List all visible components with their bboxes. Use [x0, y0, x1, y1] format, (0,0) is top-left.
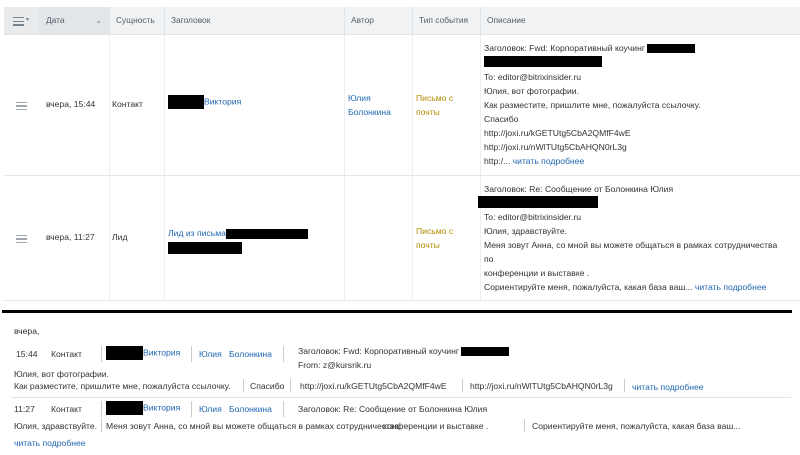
- redacted-block: [168, 95, 204, 109]
- event-type-label: Письмо с: [416, 93, 454, 103]
- item-entity: Контакт: [51, 404, 82, 414]
- email-subject: Заголовок: Re: Сообщение от Болонкина Юл…: [298, 404, 488, 414]
- redacted-block: [484, 56, 602, 68]
- item-body-line: Юлия, здравствуйте.: [14, 421, 98, 431]
- table-row[interactable]: вчера, 15:44 Контакт Виктория Юлия Болон…: [4, 35, 800, 176]
- read-more-link[interactable]: читать подробнее: [695, 282, 767, 292]
- contact-link[interactable]: Виктория: [143, 347, 180, 357]
- email-subject: Заголовок: Re: Сообщение от Болонкина Юл…: [484, 184, 674, 194]
- row-event-type: Письмо с почты: [416, 224, 453, 252]
- author-link[interactable]: Болонкина: [229, 404, 272, 414]
- item-title: Виктория: [106, 401, 180, 415]
- description-line: Юлия, вот фотографии.: [484, 86, 579, 96]
- description-line: http://joxi.ru/nWlTUtg5CbAHQN0rL3g: [484, 142, 627, 152]
- event-type-label: почты: [416, 240, 440, 250]
- event-type-label: Письмо с: [416, 226, 454, 236]
- row-event-type: Письмо с почты: [416, 91, 453, 119]
- description-line: http://joxi.ru/kGETUtg5CbA2QMfF4wE: [484, 128, 631, 138]
- description-line: Сориентируйте меня, пожалуйста, какая ба…: [484, 282, 693, 292]
- sort-chevron-icon: ⌄: [95, 16, 102, 25]
- hamburger-icon: [13, 17, 24, 28]
- item-body-line: конференции и выставке .: [383, 421, 489, 431]
- drag-handle-icon[interactable]: [16, 235, 27, 245]
- description-line: To: editor@bitrixinsider.ru: [484, 72, 582, 82]
- description-line: конференции и выставке .: [484, 268, 590, 278]
- redacted-block: [168, 241, 242, 254]
- column-header-event-type[interactable]: Тип события: [412, 7, 480, 34]
- row-title: Виктория: [168, 95, 241, 109]
- column-header-entity[interactable]: Сущность: [109, 7, 164, 34]
- description-line: Как разместите, пришлите мне, пожалуйста…: [484, 100, 701, 110]
- item-time: 15:44: [16, 349, 38, 359]
- item-body-line: Меня зовут Анна, со мной вы можете общат…: [106, 421, 400, 431]
- column-header-label: Сущность: [116, 15, 155, 25]
- author-link[interactable]: Юлия: [348, 93, 371, 103]
- description-line: по: [484, 254, 494, 264]
- column-header-label: Описание: [487, 15, 526, 25]
- grid-header: ▾ Дата ⌄ Сущность Заголовок Автор Тип со…: [4, 7, 800, 35]
- activity-list: вчера, 15:44 Контакт Виктория Юлия Болон…: [0, 313, 800, 455]
- item-entity: Контакт: [51, 349, 82, 359]
- description-line: Меня зовут Анна, со мной вы можете общат…: [484, 240, 778, 250]
- read-more-link[interactable]: читать подробнее: [513, 156, 585, 166]
- item-title: Виктория: [106, 346, 180, 360]
- item-url: http://joxi.ru/nWlTUtg5CbAHQN0rL3g: [470, 381, 613, 391]
- item-body-line: Юлия, вот фотографии.: [14, 369, 109, 379]
- row-author[interactable]: Юлия Болонкина: [348, 91, 391, 119]
- chevron-down-icon: ▾: [26, 17, 30, 23]
- item-url: http://joxi.ru/kGETUtg5CbA2QMfF4wE: [300, 381, 447, 391]
- author-link[interactable]: Болонкина: [348, 107, 391, 117]
- redacted-block: [461, 347, 510, 357]
- email-subject: Заголовок: Fwd: Корпоративный коучинг: [484, 43, 645, 53]
- item-time: 11:27: [14, 404, 35, 414]
- day-label: вчера,: [14, 326, 40, 336]
- contact-link[interactable]: Виктория: [204, 96, 241, 106]
- item-body-line: Спасибо: [250, 381, 285, 391]
- column-header-author[interactable]: Автор: [344, 7, 412, 34]
- activity-grid: ▾ Дата ⌄ Сущность Заголовок Автор Тип со…: [0, 0, 800, 305]
- description-line: Юлия, здравствуйте.: [484, 226, 568, 236]
- read-more-link[interactable]: читать подробнее: [632, 382, 704, 392]
- column-header-label: Дата: [46, 15, 65, 25]
- email-subject-text: Заголовок: Fwd: Корпоративный коучинг: [298, 346, 459, 356]
- author-link[interactable]: Болонкина: [229, 349, 272, 359]
- contact-link[interactable]: Виктория: [143, 402, 180, 412]
- redacted-block: [647, 44, 696, 54]
- grid-settings-button[interactable]: ▾: [4, 7, 39, 34]
- redacted-block: [478, 196, 598, 208]
- description-line: Спасибо: [484, 114, 519, 124]
- redacted-block: [106, 346, 143, 360]
- table-row[interactable]: вчера, 11:27 Лид Лид из письма Письмо с …: [4, 176, 800, 301]
- row-description: Заголовок: Fwd: Корпоративный коучинг To…: [484, 35, 800, 175]
- column-header-description[interactable]: Описание: [480, 7, 800, 34]
- row-description: Заголовок: Re: Сообщение от Болонкина Юл…: [478, 176, 800, 300]
- item-body-line: Как разместите, пришлите мне, пожалуйста…: [14, 381, 231, 391]
- lead-link[interactable]: Лид из письма: [168, 228, 226, 238]
- redacted-block: [225, 228, 308, 239]
- column-header-date[interactable]: Дата ⌄: [39, 7, 109, 34]
- column-header-label: Автор: [351, 15, 374, 25]
- column-header-title[interactable]: Заголовок: [164, 7, 344, 34]
- read-more-link[interactable]: читать подробнее: [14, 438, 86, 448]
- redacted-block: [106, 401, 143, 415]
- column-header-label: Заголовок: [171, 15, 211, 25]
- description-line: http:/...: [484, 156, 511, 166]
- event-type-label: почты: [416, 107, 440, 117]
- author-link[interactable]: Юлия: [199, 349, 222, 359]
- item-body-line: Сориентируйте меня, пожалуйста, какая ба…: [532, 421, 741, 431]
- drag-handle-icon[interactable]: [16, 102, 27, 112]
- row-title: Лид из письма: [168, 226, 308, 254]
- description-line: To: editor@bitrixinsider.ru: [484, 212, 582, 222]
- email-from: From: z@kursrik.ru: [298, 360, 372, 370]
- email-subject: Заголовок: Fwd: Корпоративный коучинг: [298, 346, 510, 357]
- column-header-label: Тип события: [419, 15, 469, 25]
- author-link[interactable]: Юлия: [199, 404, 222, 414]
